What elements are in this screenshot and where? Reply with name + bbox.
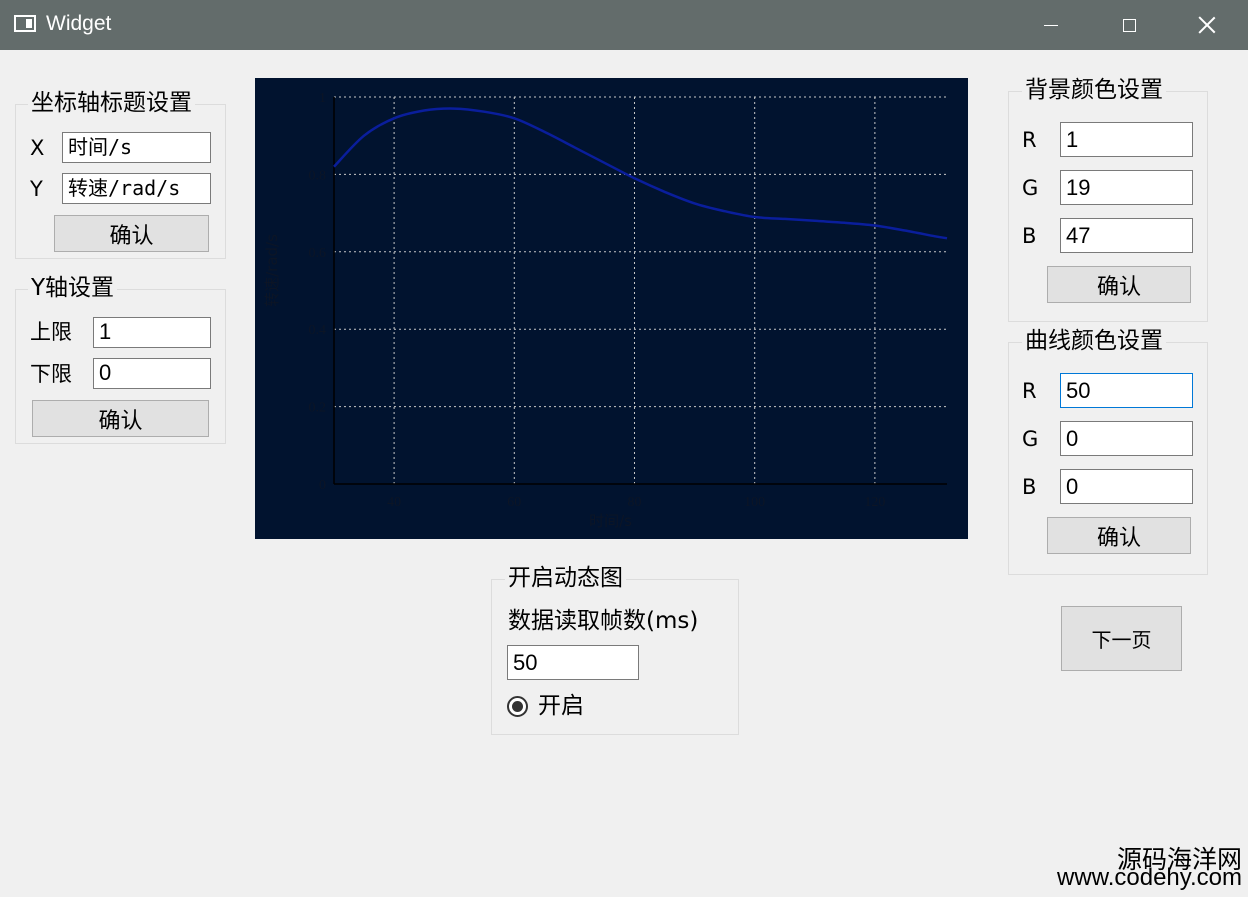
close-icon xyxy=(1198,16,1216,34)
minimize-button[interactable] xyxy=(1012,0,1090,50)
radio-selected-dot xyxy=(512,701,523,712)
y-axis-confirm-button[interactable]: 确认 xyxy=(32,400,209,437)
x-axis-title: 时间/s xyxy=(589,512,632,530)
curve-g-input[interactable]: 0 xyxy=(1060,421,1193,456)
y-axis-title: 转速/rad/s xyxy=(263,234,281,307)
axis-title-confirm-button[interactable]: 确认 xyxy=(54,215,209,252)
y-tick-label: 0.6 xyxy=(309,246,327,261)
bg-r-input[interactable]: 1 xyxy=(1060,122,1193,157)
y-axis-title-input[interactable]: 转速/rad/s xyxy=(62,173,211,204)
y-tick-label: 0.2 xyxy=(309,401,327,416)
enable-dynamic-label[interactable]: 开启 xyxy=(538,692,584,720)
x-tick-label: 40 xyxy=(387,495,401,510)
title-bar: Widget xyxy=(0,0,1248,50)
dynamic-chart-group-title: 开启动态图 xyxy=(505,564,626,592)
lower-limit-input[interactable]: 0 xyxy=(93,358,211,389)
y-tick-label: 0.8 xyxy=(309,168,327,183)
bg-b-input[interactable]: 47 xyxy=(1060,218,1193,253)
background-color-group-title: 背景颜色设置 xyxy=(1022,76,1166,104)
curve-color-group-title: 曲线颜色设置 xyxy=(1022,327,1166,355)
maximize-icon xyxy=(1122,18,1136,32)
watermark-url: www.codehy.com xyxy=(1057,864,1242,891)
curve-b-label: B xyxy=(1022,475,1037,499)
y-tick-label: 1 xyxy=(319,91,326,106)
upper-limit-input[interactable]: 1 xyxy=(93,317,211,348)
axis-title-group-title: 坐标轴标题设置 xyxy=(28,89,195,117)
minimize-icon xyxy=(1044,24,1058,26)
curve-r-label: R xyxy=(1022,379,1037,403)
bg-r-label: R xyxy=(1022,128,1037,152)
y-tick-label: 0.4 xyxy=(309,323,327,338)
close-button[interactable] xyxy=(1168,0,1246,50)
next-page-button[interactable]: 下一页 xyxy=(1061,606,1182,671)
bg-b-label: B xyxy=(1022,224,1037,248)
background-color-confirm-button[interactable]: 确认 xyxy=(1047,266,1191,303)
frame-interval-label: 数据读取帧数(ms) xyxy=(508,608,699,634)
curve-b-input[interactable]: 0 xyxy=(1060,469,1193,504)
maximize-button[interactable] xyxy=(1090,0,1168,50)
bg-g-label: G xyxy=(1022,176,1039,200)
bg-g-input[interactable]: 19 xyxy=(1060,170,1193,205)
window-title: Widget xyxy=(46,12,112,35)
upper-limit-label: 上限 xyxy=(30,320,72,344)
x-axis-label: X xyxy=(30,136,45,160)
x-tick-label: 120 xyxy=(864,495,885,510)
x-tick-label: 80 xyxy=(627,495,641,510)
enable-dynamic-radio[interactable] xyxy=(507,696,528,717)
frame-interval-input[interactable]: 50 xyxy=(507,645,639,680)
lower-limit-label: 下限 xyxy=(30,362,72,386)
chart-background xyxy=(255,78,968,539)
x-tick-label: 60 xyxy=(507,495,521,510)
x-axis-title-input[interactable]: 时间/s xyxy=(62,132,211,163)
y-tick-label: 0 xyxy=(319,478,326,493)
window-app-icon xyxy=(14,15,36,32)
curve-g-label: G xyxy=(1022,427,1039,451)
curve-r-input[interactable]: 50 xyxy=(1060,373,1193,408)
y-axis-label: Y xyxy=(30,177,43,201)
x-tick-label: 100 xyxy=(744,495,765,510)
y-axis-group-title: Y轴设置 xyxy=(28,274,118,302)
speed-chart: 0 0.2 0.4 0.6 0.8 1 40 60 80 100 120 时间/s 转速/rad/s xyxy=(255,78,968,539)
curve-color-confirm-button[interactable]: 确认 xyxy=(1047,517,1191,554)
